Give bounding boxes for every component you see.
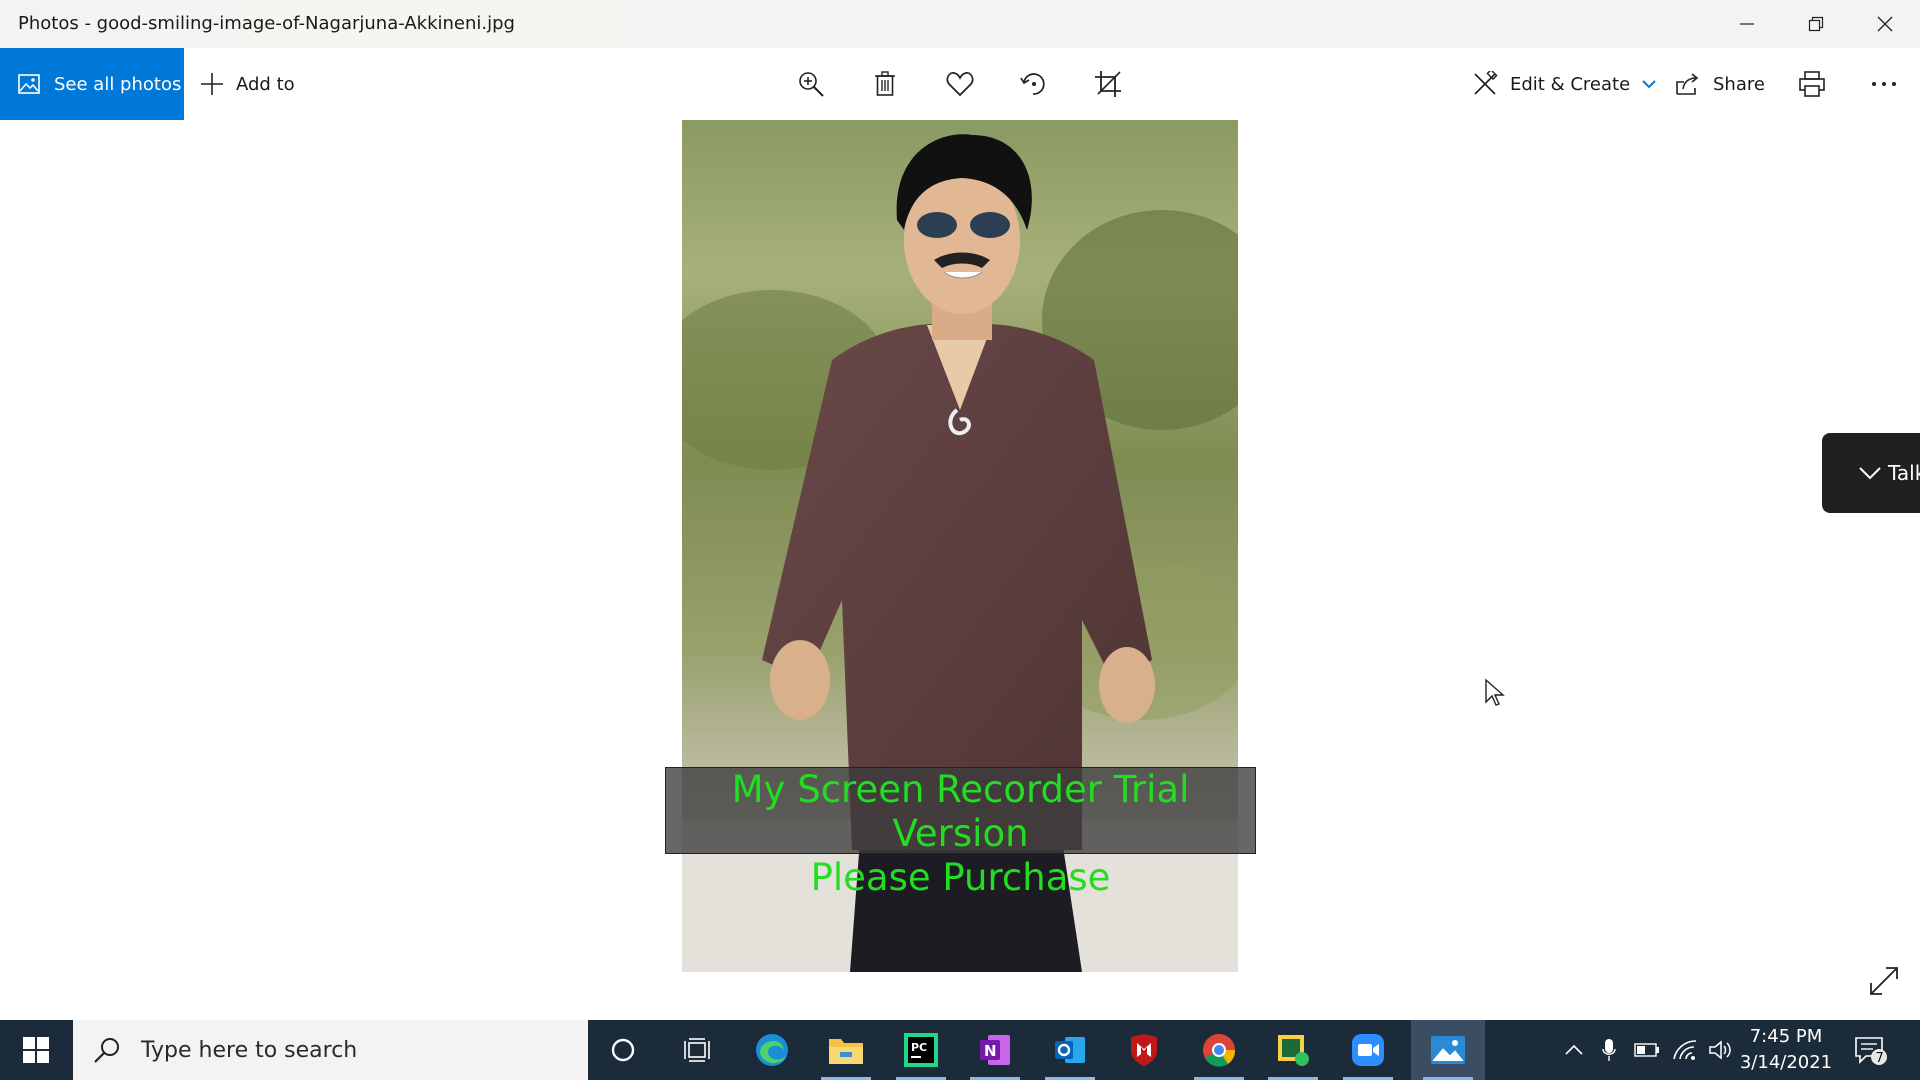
rotate-icon [1020, 73, 1045, 95]
clock-date: 3/14/2021 [1739, 1052, 1833, 1073]
search-placeholder: Type here to search [141, 1037, 358, 1063]
rotate-button[interactable] [1016, 66, 1052, 102]
folder-icon [829, 1039, 863, 1064]
zoom-icon [799, 72, 824, 97]
chevron-down-icon [1859, 467, 1881, 480]
restore-button[interactable] [1781, 0, 1850, 48]
trash-icon [875, 71, 895, 96]
see-all-photos-button[interactable]: See all photos [0, 48, 184, 120]
svg-text:N: N [984, 1042, 997, 1060]
crop-button[interactable] [1090, 66, 1126, 102]
app-icon [1278, 1035, 1309, 1066]
microphone-tray[interactable] [1594, 1020, 1624, 1080]
cortana-icon [611, 1038, 635, 1062]
edit-create-label: Edit & Create [1510, 73, 1631, 95]
edit-create-icon [1474, 71, 1498, 95]
wifi-icon [1673, 1040, 1697, 1060]
share-icon [1676, 73, 1699, 95]
add-to-label: Add to [236, 73, 295, 95]
speaker-icon [1709, 1040, 1731, 1060]
task-view-icon [684, 1038, 710, 1062]
photo-icon [18, 74, 40, 94]
volume-tray[interactable] [1704, 1020, 1736, 1080]
taskbar-outlook[interactable] [1033, 1020, 1107, 1080]
mcafee-icon [1131, 1034, 1157, 1066]
taskbar-file-explorer[interactable] [809, 1020, 883, 1080]
expand-icon [1870, 967, 1898, 995]
chrome-icon [1203, 1034, 1236, 1067]
share-button[interactable]: Share [1675, 48, 1765, 120]
edge-icon [756, 1034, 788, 1066]
more-button[interactable] [1866, 66, 1902, 102]
chevron-down-icon [1642, 80, 1656, 89]
mouse-cursor-icon [1485, 678, 1505, 706]
crop-icon [1095, 71, 1121, 97]
taskbar-pycharm[interactable]: PC [884, 1020, 958, 1080]
window-title: Photos - good-smiling-image-of-Nagarjuna… [18, 13, 515, 34]
taskbar-chrome[interactable] [1182, 1020, 1256, 1080]
notification-icon: 7 [1855, 1037, 1887, 1066]
start-button[interactable] [0, 1020, 72, 1080]
watermark-overlay: My Screen Recorder Trial Version Please … [665, 767, 1256, 899]
fullscreen-button[interactable] [1866, 963, 1902, 999]
share-label: Share [1713, 73, 1765, 95]
taskbar-photos[interactable] [1411, 1020, 1485, 1080]
more-icon [1872, 82, 1896, 86]
restore-icon [1808, 16, 1823, 32]
delete-button[interactable] [867, 66, 903, 102]
taskbar-zoom[interactable] [1331, 1020, 1405, 1080]
talk-label: Talk [1888, 461, 1920, 485]
zoom-button[interactable] [793, 66, 829, 102]
taskbar-mcafee[interactable] [1107, 1020, 1181, 1080]
microphone-icon [1602, 1039, 1616, 1061]
watermark-line-2: Please Purchase [810, 856, 1111, 899]
close-button[interactable] [1850, 0, 1919, 48]
cortana-button[interactable] [586, 1020, 660, 1080]
taskbar-onenote[interactable]: N [958, 1020, 1032, 1080]
network-tray[interactable] [1668, 1020, 1702, 1080]
title-bar: Photos - good-smiling-image-of-Nagarjuna… [0, 0, 1920, 48]
edit-create-button[interactable]: Edit & Create [1472, 48, 1656, 120]
watermark-line-1: My Screen Recorder Trial Version [731, 768, 1190, 855]
add-to-button[interactable]: Add to [200, 48, 295, 120]
see-all-photos-label: See all photos [54, 73, 182, 95]
search-icon [94, 1038, 119, 1063]
minimize-button[interactable] [1712, 0, 1781, 48]
svg-text:PC: PC [911, 1041, 927, 1054]
talk-panel[interactable]: Talk [1822, 433, 1920, 513]
pycharm-icon: PC [904, 1033, 938, 1067]
action-center-button[interactable]: 7 [1848, 1020, 1894, 1080]
toolbar: See all photos Add to Edit & Create Shar… [0, 48, 1920, 120]
outlook-icon [1055, 1037, 1085, 1063]
chevron-up-icon [1565, 1044, 1583, 1055]
print-icon [1799, 71, 1825, 97]
taskbar-search-box[interactable]: Type here to search [73, 1020, 588, 1080]
taskbar-edge[interactable] [735, 1020, 809, 1080]
heart-icon [946, 72, 974, 97]
windows-icon [23, 1037, 49, 1063]
taskbar: Type here to search PC N 7:45 PM 3/14/20… [0, 1020, 1920, 1080]
show-hidden-icons-button[interactable] [1558, 1020, 1590, 1080]
notification-count: 7 [1876, 1051, 1884, 1066]
task-view-button[interactable] [660, 1020, 734, 1080]
print-button[interactable] [1794, 66, 1830, 102]
zoom-app-icon [1352, 1034, 1384, 1066]
taskbar-clock[interactable]: 7:45 PM 3/14/2021 [1736, 1024, 1836, 1076]
battery-tray[interactable] [1630, 1020, 1664, 1080]
battery-icon [1634, 1043, 1659, 1057]
plus-icon [201, 73, 223, 95]
favorite-button[interactable] [942, 66, 978, 102]
minimize-icon [1739, 23, 1754, 25]
photos-icon [1431, 1036, 1465, 1064]
taskbar-app[interactable] [1256, 1020, 1330, 1080]
clock-time: 7:45 PM [1749, 1026, 1823, 1047]
close-icon [1877, 16, 1892, 32]
onenote-icon: N [980, 1035, 1010, 1065]
